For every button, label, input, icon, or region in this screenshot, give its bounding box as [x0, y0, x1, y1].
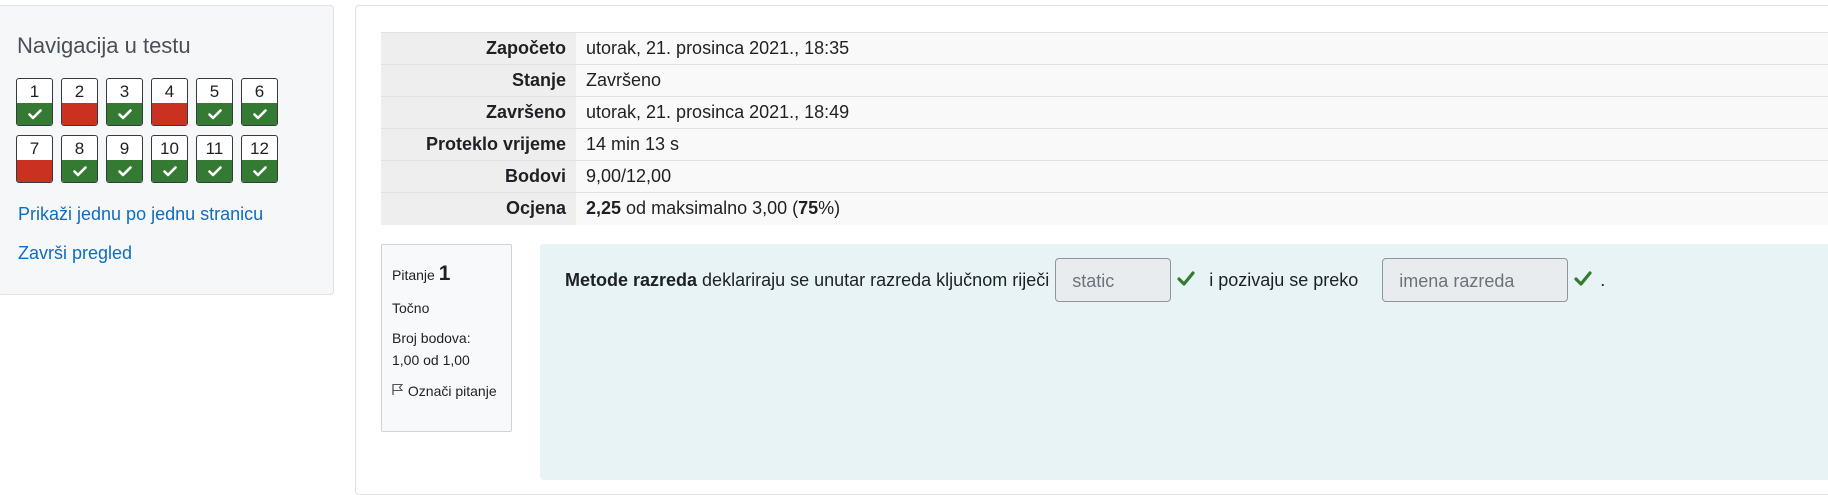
- answer-field-2: imena razreda: [1382, 258, 1569, 302]
- question-nav-number: 10: [160, 139, 179, 158]
- summary-value: 9,00/12,00: [576, 160, 1828, 193]
- question-nav-button[interactable]: 4: [151, 78, 188, 126]
- answer-field-1: static: [1055, 258, 1172, 302]
- question-nav-button[interactable]: 1: [16, 78, 53, 126]
- question-nav-number: 8: [74, 139, 85, 158]
- question-nav-number: 6: [254, 82, 265, 101]
- flag-icon: [392, 383, 408, 399]
- summary-row-grade: Ocjena 2,25 od maksimalno 3,00 (75%): [381, 192, 1828, 225]
- check-icon: [1177, 270, 1195, 291]
- summary-value: utorak, 21. prosinca 2021., 18:35: [576, 32, 1828, 65]
- flag-label: Označi pitanje: [407, 382, 497, 399]
- question-label: Pitanje: [392, 267, 435, 283]
- question-nav-number: 4: [164, 82, 175, 101]
- question-nav-button[interactable]: 8: [61, 135, 98, 183]
- question-nav-button[interactable]: 5: [196, 78, 233, 126]
- question-number: 1: [438, 262, 451, 285]
- review-summary-table: Započeto utorak, 21. prosinca 2021., 18:…: [381, 32, 1828, 225]
- summary-value: 14 min 13 s: [576, 128, 1828, 161]
- question-nav-number: 11: [205, 139, 224, 158]
- question-nav-button[interactable]: 6: [241, 78, 278, 126]
- question-nav-button[interactable]: 11: [196, 135, 233, 183]
- check-icon: [107, 160, 142, 182]
- question-nav-button[interactable]: 2: [61, 78, 98, 126]
- check-icon: [242, 160, 277, 182]
- question-nav-number: 5: [209, 82, 220, 101]
- summary-row-completed: Završeno utorak, 21. prosinca 2021., 18:…: [381, 96, 1828, 129]
- question-grade: Broj bodova: 1,00 od 1,00: [392, 327, 501, 372]
- summary-label: Završeno: [381, 96, 576, 129]
- question-text-part1: deklariraju se unutar razreda ključnom r…: [697, 269, 1050, 290]
- summary-label: Bodovi: [381, 160, 576, 193]
- check-icon: [242, 103, 277, 125]
- summary-row-time: Proteklo vrijeme 14 min 13 s: [381, 128, 1828, 161]
- summary-label: Proteklo vrijeme: [381, 128, 576, 161]
- question-nav-number: 3: [119, 82, 130, 101]
- flag-question-button[interactable]: Označi pitanje: [392, 380, 501, 402]
- question-number-line: Pitanje 1: [392, 257, 501, 291]
- question-nav-number: 12: [250, 139, 269, 158]
- question-nav-button[interactable]: 10: [151, 135, 188, 183]
- question-state: Točno: [392, 299, 430, 316]
- quiz-navigation-title: Navigacija u testu: [17, 33, 191, 58]
- summary-value: utorak, 21. prosinca 2021., 18:49: [576, 96, 1828, 129]
- question-nav-button[interactable]: 3: [106, 78, 143, 126]
- grade-score: 2,25: [586, 198, 622, 219]
- check-icon: [1574, 270, 1592, 291]
- grade-percent: 75: [798, 198, 819, 219]
- question-nav-number: 7: [29, 139, 40, 158]
- check-icon: [152, 160, 187, 182]
- summary-label: Ocjena: [381, 192, 576, 225]
- question-info: Pitanje 1 Točno Broj bodova: 1,00 od 1,0…: [381, 244, 512, 432]
- question-text: Metode razreda deklariraju se unutar raz…: [565, 258, 1605, 302]
- summary-label: Započeto: [381, 32, 576, 65]
- incorrect-state-indicator: [62, 103, 97, 125]
- question-grade-label: Broj bodova:: [392, 329, 471, 346]
- check-icon: [17, 103, 52, 125]
- grade-end: %): [818, 198, 841, 219]
- incorrect-state-indicator: [152, 103, 187, 125]
- summary-row-started: Započeto utorak, 21. prosinca 2021., 18:…: [381, 32, 1828, 65]
- question-nav-number: 1: [29, 82, 40, 101]
- incorrect-state-indicator: [17, 160, 52, 182]
- question-text-bold: Metode razreda: [565, 269, 698, 290]
- finish-review-link[interactable]: Završi pregled: [18, 243, 132, 264]
- summary-value: Završeno: [576, 64, 1828, 97]
- check-icon: [107, 103, 142, 125]
- question-nav-number: 9: [119, 139, 130, 158]
- summary-value: 2,25 od maksimalno 3,00 (75%): [576, 192, 1828, 225]
- question-text-part2: i pozivaju se preko: [1209, 269, 1359, 290]
- grade-middle: od maksimalno 3,00 (: [621, 198, 799, 219]
- check-icon: [197, 160, 232, 182]
- summary-label: Stanje: [381, 64, 576, 97]
- question-nav-button[interactable]: 9: [106, 135, 143, 183]
- check-icon: [197, 103, 232, 125]
- question-content: Metode razreda deklariraju se unutar raz…: [540, 244, 1828, 480]
- question-nav-button[interactable]: 7: [16, 135, 53, 183]
- question-text-end: .: [1600, 269, 1606, 290]
- check-icon: [62, 160, 97, 182]
- question-nav-button[interactable]: 12: [241, 135, 278, 183]
- question-nav-number: 2: [74, 82, 85, 101]
- summary-row-state: Stanje Završeno: [381, 64, 1828, 97]
- question-grade-value: 1,00 od 1,00: [392, 352, 470, 369]
- show-one-page-link[interactable]: Prikaži jednu po jednu stranicu: [18, 204, 263, 225]
- summary-row-marks: Bodovi 9,00/12,00: [381, 160, 1828, 193]
